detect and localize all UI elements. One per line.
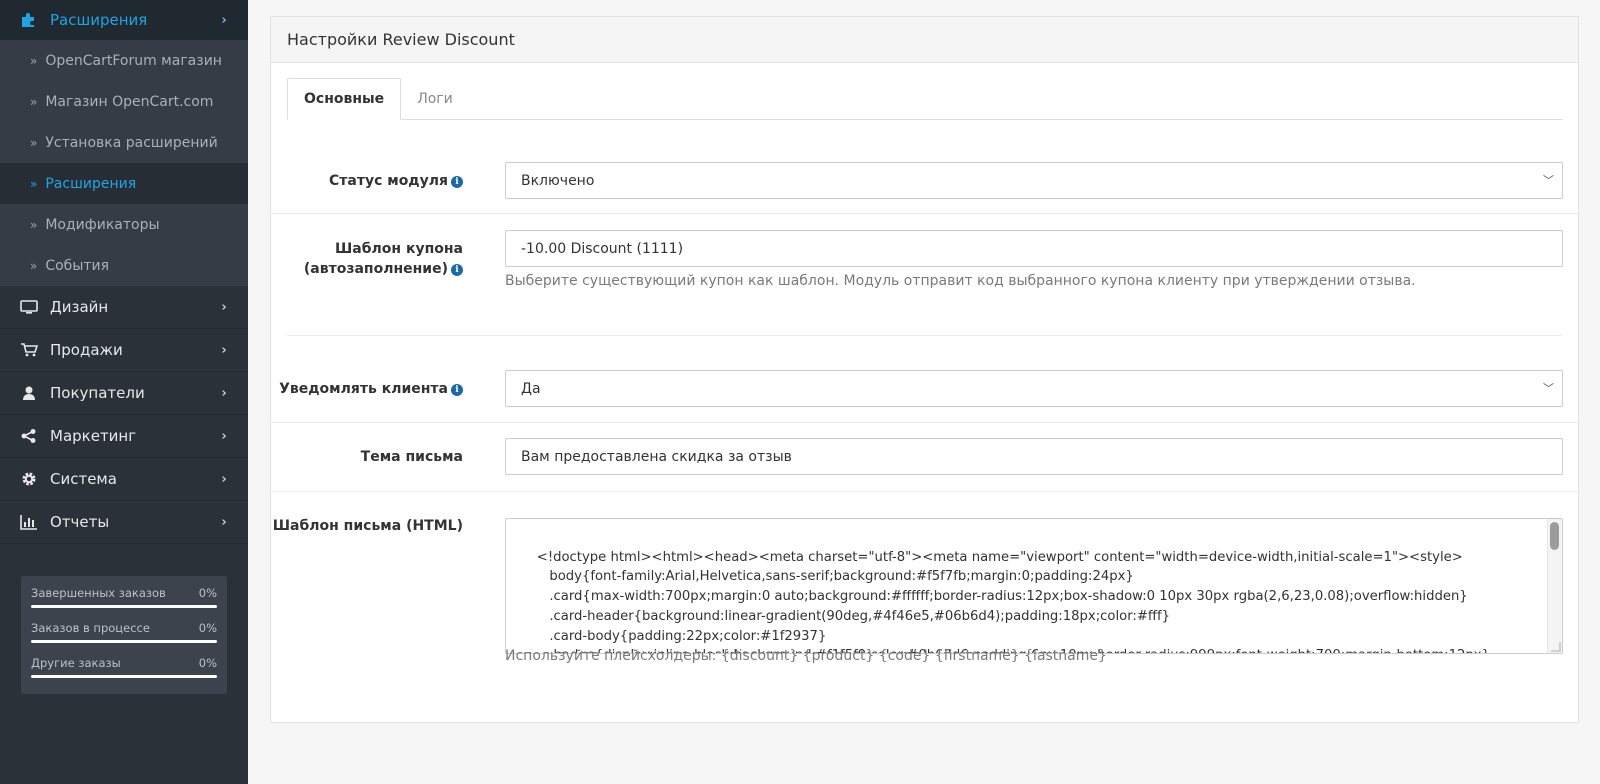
submenu-item-label: Модификаторы — [45, 216, 160, 233]
nav-item-system[interactable]: Система › — [0, 458, 248, 501]
cart-icon — [20, 342, 39, 358]
stat-other: Другие заказы 0% — [31, 653, 217, 688]
submenu-item-label: События — [45, 257, 110, 274]
submenu-item-events[interactable]: » События — [0, 245, 248, 286]
stat-value: 0% — [198, 655, 217, 670]
chevron-right-icon: › — [221, 428, 227, 444]
nav-item-label: Покупатели — [50, 384, 145, 402]
submenu-item-installer[interactable]: » Установка расширений — [0, 122, 248, 163]
double-chevron-icon: » — [30, 94, 37, 109]
monitor-icon — [20, 299, 38, 315]
stat-processing: Заказов в процессе 0% — [31, 618, 217, 653]
nav-item-extensions[interactable]: Расширения › — [0, 0, 248, 40]
bar-chart-icon — [20, 514, 38, 530]
double-chevron-icon: » — [30, 53, 37, 68]
notify-label-text: Уведомлять клиента — [279, 381, 448, 397]
subject-label: Тема письма — [360, 449, 463, 465]
notify-select[interactable]: Да ﹀ — [505, 370, 1563, 407]
nav-item-label: Маркетинг — [50, 427, 137, 445]
chevron-down-icon: ﹀ — [1543, 174, 1554, 187]
status-select[interactable]: Включено ﹀ — [505, 162, 1563, 199]
stat-label: Другие заказы — [31, 655, 121, 670]
chevron-right-icon: › — [221, 471, 227, 487]
status-label: Статус модуля i — [329, 171, 463, 191]
nav-item-customers[interactable]: Покупатели › — [0, 372, 248, 415]
submenu-item-extensions[interactable]: » Расширения — [0, 163, 248, 204]
tab-general[interactable]: Основные — [287, 78, 402, 120]
notify-value: Да — [521, 380, 541, 397]
scrollbar[interactable] — [1547, 519, 1562, 653]
notify-label: Уведомлять клиента i — [279, 379, 463, 399]
order-stats: Завершенных заказов 0% Заказов в процессе… — [21, 576, 227, 694]
coupon-input[interactable]: -10.00 Discount (1111) — [505, 230, 1563, 267]
nav-item-sales[interactable]: Продажи › — [0, 329, 248, 372]
info-icon[interactable]: i — [451, 384, 463, 396]
submenu-item-label: Установка расширений — [45, 134, 218, 151]
double-chevron-icon: » — [30, 258, 37, 273]
user-icon — [20, 385, 38, 401]
coupon-help: Выберите существующий купон как шаблон. … — [505, 273, 1416, 289]
stat-value: 0% — [198, 585, 217, 600]
divider — [271, 213, 1578, 214]
submenu-item-label: Магазин OpenCart.com — [45, 93, 214, 110]
template-content: <!doctype html><html><head><meta charset… — [536, 549, 1490, 653]
share-icon — [20, 428, 38, 444]
tab-bar: Основные Логи — [287, 78, 1562, 120]
submenu-item-modifications[interactable]: » Модификаторы — [0, 204, 248, 245]
divider — [271, 422, 1578, 423]
stat-value: 0% — [198, 620, 217, 635]
submenu-item-label: OpenCartForum магазин — [45, 52, 222, 69]
chevron-down-icon: ﹀ — [1543, 382, 1554, 395]
progress-bar — [31, 675, 217, 678]
chevron-right-icon: › — [221, 514, 227, 530]
stat-label: Заказов в процессе — [31, 620, 150, 635]
nav-item-marketing[interactable]: Маркетинг › — [0, 415, 248, 458]
puzzle-icon — [20, 12, 38, 28]
nav-item-reports[interactable]: Отчеты › — [0, 501, 248, 544]
scrollbar-thumb[interactable] — [1550, 522, 1559, 550]
chevron-right-icon: › — [221, 299, 227, 315]
double-chevron-icon: » — [30, 176, 37, 191]
stat-label: Завершенных заказов — [31, 585, 166, 600]
chevron-right-icon: › — [221, 12, 227, 28]
coupon-label-line2: (автозаполнение) — [303, 261, 448, 277]
divider — [271, 491, 1578, 492]
status-value: Включено — [521, 172, 595, 189]
status-label-text: Статус модуля — [329, 173, 448, 189]
template-help: Используйте плейсхолдеры: {discount} {pr… — [505, 648, 1107, 664]
template-textarea[interactable]: <!doctype html><html><head><meta charset… — [505, 518, 1563, 654]
sidebar: Расширения › » OpenCartForum магазин » Маг… — [0, 0, 248, 784]
nav-item-design[interactable]: Дизайн › — [0, 286, 248, 329]
nav-item-label: Продажи — [50, 341, 123, 359]
coupon-label: Шаблон купона (автозаполнение) i — [304, 239, 463, 279]
settings-panel: Настройки Review Discount Основные Логи … — [270, 16, 1579, 723]
subject-input[interactable]: Вам предоставлена скидка за отзыв — [505, 438, 1563, 475]
stat-completed: Завершенных заказов 0% — [31, 583, 217, 618]
gear-icon — [20, 471, 38, 487]
chevron-right-icon: › — [221, 385, 227, 401]
info-icon[interactable]: i — [451, 264, 463, 276]
submenu-item-opencart-store[interactable]: » Магазин OpenCart.com — [0, 81, 248, 122]
progress-bar — [31, 640, 217, 643]
progress-bar — [31, 605, 217, 608]
info-icon[interactable]: i — [451, 176, 463, 188]
submenu-item-opencartforum[interactable]: » OpenCartForum магазин — [0, 40, 248, 81]
divider — [287, 335, 1562, 336]
double-chevron-icon: » — [30, 217, 37, 232]
panel-title: Настройки Review Discount — [271, 17, 1578, 63]
nav-item-label: Система — [50, 470, 117, 488]
coupon-label-line1: Шаблон купона — [335, 241, 463, 257]
tab-logs[interactable]: Логи — [401, 78, 469, 120]
nav-item-label: Отчеты — [50, 513, 110, 531]
nav-item-label: Расширения — [50, 11, 148, 29]
submenu-extensions: » OpenCartForum магазин » Магазин OpenCart… — [0, 40, 248, 286]
nav-item-label: Дизайн — [50, 298, 109, 316]
resize-handle[interactable] — [1551, 642, 1561, 652]
double-chevron-icon: » — [30, 135, 37, 150]
chevron-right-icon: › — [221, 342, 227, 358]
submenu-item-label: Расширения — [45, 175, 137, 192]
template-label: Шаблон письма (HTML) — [272, 518, 463, 534]
